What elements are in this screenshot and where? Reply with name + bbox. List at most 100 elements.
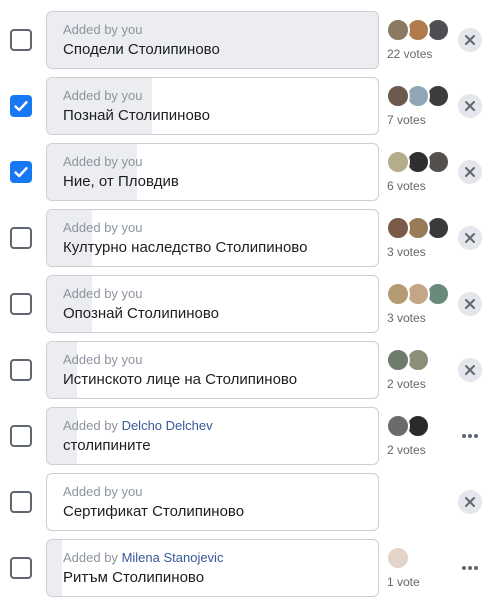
added-by-text: Added by you [63, 88, 143, 103]
remove-option-button[interactable] [458, 160, 482, 184]
option-label: Сподели Столипиново [63, 41, 220, 58]
poll-option-row: Added by you Сподели Столипиново 22 votes [0, 11, 490, 69]
voter-avatar [386, 150, 410, 174]
added-by-text: Added by Milena Stanojevic [63, 550, 223, 565]
poll-option-row: Added by Delcho Delchev столипините 2 vote… [0, 407, 490, 465]
poll-option-row: Added by you Сертификат Столипиново [0, 473, 490, 531]
voter-avatar [386, 216, 410, 240]
added-by-text: Added by you [63, 484, 143, 499]
poll-option-row: Added by you Познай Столипиново 7 votes [0, 77, 490, 135]
vote-result-bar [47, 12, 378, 68]
added-by-text: Added by you [63, 22, 143, 37]
poll-options-list: Added by you Сподели Столипиново 22 votes A… [0, 0, 490, 602]
close-icon [465, 167, 475, 177]
remove-option-button[interactable] [458, 226, 482, 250]
poll-option-row: Added by Milena Stanojevic Ритъм Столипин… [0, 539, 490, 597]
option-checkbox[interactable] [10, 293, 32, 315]
vote-result-bar [47, 540, 62, 596]
option-box[interactable]: Added by you Сподели Столипиново [46, 11, 379, 69]
vote-count[interactable]: 6 votes [387, 179, 426, 193]
vote-result-bar [47, 78, 152, 134]
option-label: столипините [63, 437, 151, 454]
vote-count[interactable]: 2 votes [387, 377, 426, 391]
vote-result-bar [47, 210, 92, 266]
poll-option-row: Added by you Културно наследство Столипин… [0, 209, 490, 267]
author-link[interactable]: Delcho Delchev [122, 418, 213, 433]
option-checkbox[interactable] [10, 227, 32, 249]
added-by-prefix: Added by you [63, 154, 143, 169]
option-box[interactable]: Added by you Ние, от Пловдив [46, 143, 379, 201]
poll-option-row: Added by you Истинското лице на Столипино… [0, 341, 490, 399]
option-checkbox[interactable] [10, 95, 32, 117]
voter-avatar [386, 348, 410, 372]
poll-option-row: Added by you Опознай Столипиново 3 votes [0, 275, 490, 333]
option-label: Сертификат Столипиново [63, 503, 245, 520]
vote-result-bar [47, 342, 77, 398]
remove-option-button[interactable] [458, 292, 482, 316]
added-by-prefix: Added by [63, 550, 118, 565]
vote-result-bar [47, 408, 77, 464]
option-label: Културно наследство Столипиново [63, 239, 308, 256]
vote-count[interactable]: 1 vote [387, 575, 420, 589]
option-checkbox[interactable] [10, 161, 32, 183]
option-box[interactable]: Added by you Културно наследство Столипин… [46, 209, 379, 267]
voter-avatar [386, 84, 410, 108]
vote-result-bar [47, 276, 92, 332]
close-icon [465, 365, 475, 375]
added-by-prefix: Added by you [63, 22, 143, 37]
added-by-prefix: Added by you [63, 286, 143, 301]
voter-avatar [386, 546, 410, 570]
checkmark-icon [14, 167, 28, 178]
vote-count[interactable]: 3 votes [387, 245, 426, 259]
option-box[interactable]: Added by you Сертификат Столипиново [46, 473, 379, 531]
option-box[interactable]: Added by you Познай Столипиново [46, 77, 379, 135]
option-box[interactable]: Added by you Опознай Столипиново [46, 275, 379, 333]
added-by-text: Added by you [63, 286, 143, 301]
option-box[interactable]: Added by you Истинското лице на Столипино… [46, 341, 379, 399]
option-box[interactable]: Added by Delcho Delchev столипините [46, 407, 379, 465]
option-label: Ние, от Пловдив [63, 173, 179, 190]
option-label: Познай Столипиново [63, 107, 210, 124]
remove-option-button[interactable] [458, 358, 482, 382]
vote-count[interactable]: 7 votes [387, 113, 426, 127]
added-by-text: Added by Delcho Delchev [63, 418, 213, 433]
more-options-button[interactable] [458, 424, 482, 448]
checkmark-icon [14, 101, 28, 112]
vote-count[interactable]: 3 votes [387, 311, 426, 325]
poll-option-row: Added by you Ние, от Пловдив 6 votes [0, 143, 490, 201]
added-by-prefix: Added by [63, 418, 118, 433]
voter-avatar [386, 414, 410, 438]
option-label: Истинското лице на Столипиново [63, 371, 298, 388]
added-by-text: Added by you [63, 220, 143, 235]
option-label: Опознай Столипиново [63, 305, 219, 322]
close-icon [465, 101, 475, 111]
remove-option-button[interactable] [458, 94, 482, 118]
option-checkbox[interactable] [10, 491, 32, 513]
remove-option-button[interactable] [458, 490, 482, 514]
vote-count[interactable]: 22 votes [387, 47, 432, 61]
option-checkbox[interactable] [10, 359, 32, 381]
added-by-prefix: Added by you [63, 352, 143, 367]
added-by-prefix: Added by you [63, 220, 143, 235]
close-icon [465, 497, 475, 507]
option-box[interactable]: Added by Milena Stanojevic Ритъм Столипин… [46, 539, 379, 597]
voter-avatar [386, 282, 410, 306]
more-icon [458, 556, 482, 580]
added-by-prefix: Added by you [63, 484, 143, 499]
added-by-text: Added by you [63, 352, 143, 367]
option-label: Ритъм Столипиново [63, 569, 205, 586]
close-icon [465, 35, 475, 45]
close-icon [465, 233, 475, 243]
remove-option-button[interactable] [458, 28, 482, 52]
vote-result-bar [47, 144, 137, 200]
added-by-prefix: Added by you [63, 88, 143, 103]
option-checkbox[interactable] [10, 29, 32, 51]
added-by-text: Added by you [63, 154, 143, 169]
more-options-button[interactable] [458, 556, 482, 580]
option-checkbox[interactable] [10, 557, 32, 579]
option-checkbox[interactable] [10, 425, 32, 447]
more-icon [458, 424, 482, 448]
vote-count[interactable]: 2 votes [387, 443, 426, 457]
author-link[interactable]: Milena Stanojevic [122, 550, 224, 565]
voter-avatar [386, 18, 410, 42]
